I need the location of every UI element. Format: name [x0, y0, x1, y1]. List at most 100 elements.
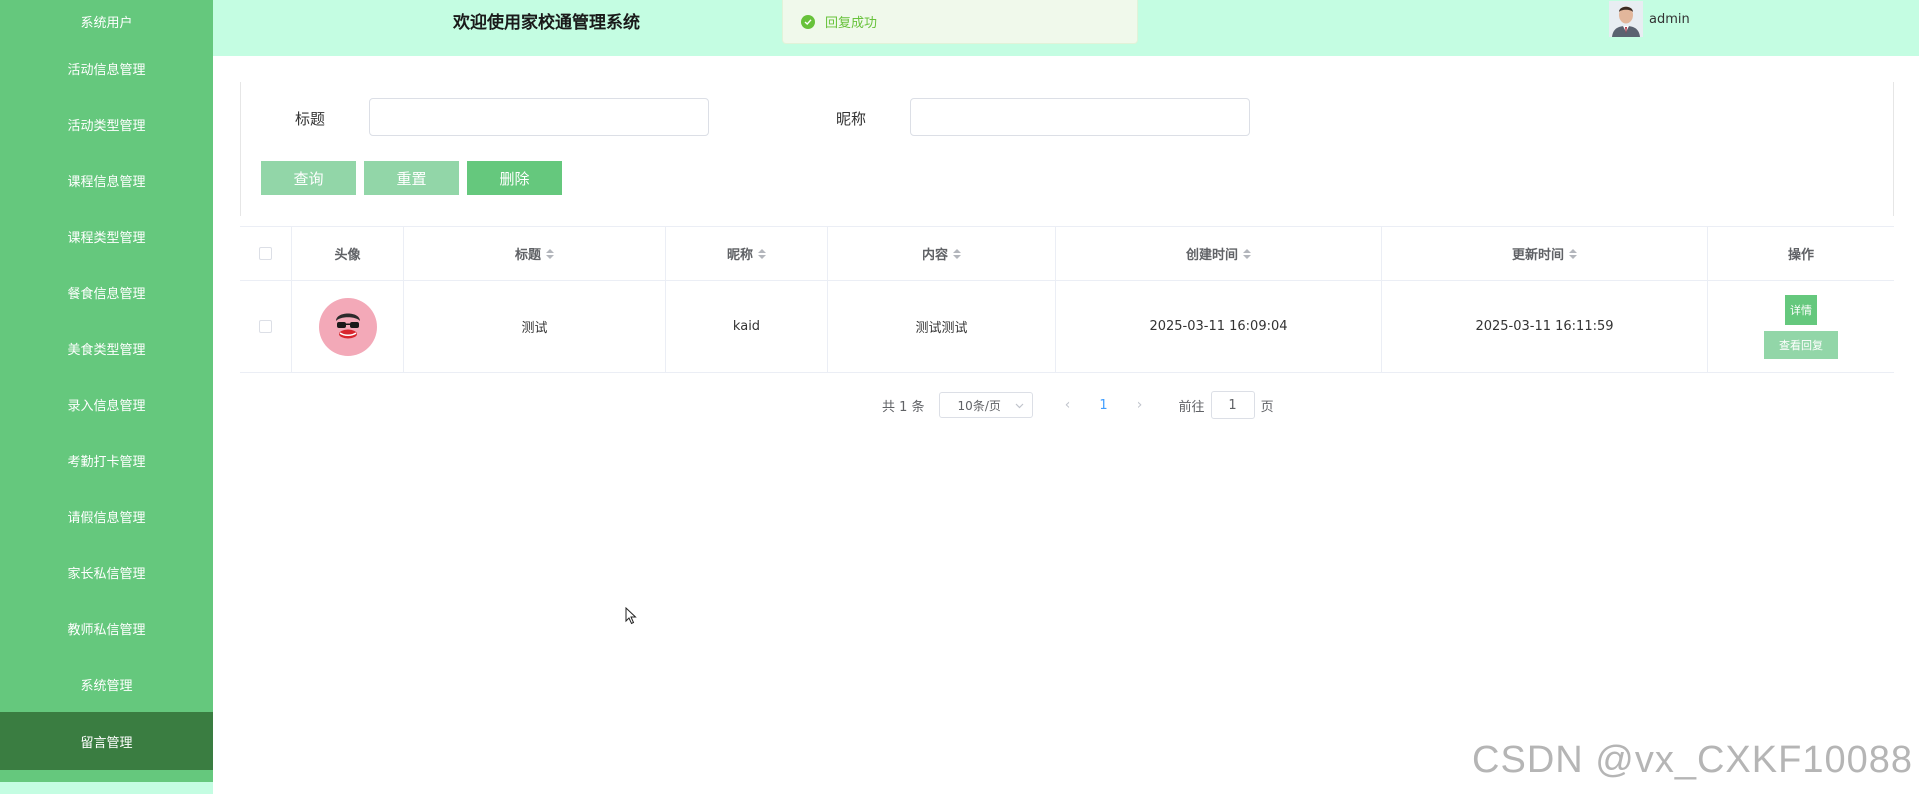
- sidebar-item-meal-info[interactable]: 餐食信息管理: [0, 264, 213, 320]
- header-nickname-label: 昵称: [726, 248, 753, 263]
- sidebar-item-label: 课程信息管理: [67, 174, 146, 190]
- header-actions-label: 操作: [1787, 248, 1814, 263]
- username: admin: [1649, 11, 1690, 27]
- sidebar-item-course-info[interactable]: 课程信息管理: [0, 152, 213, 208]
- search-panel: 标题 昵称 查询 重置 删除: [240, 82, 1894, 216]
- sidebar-item-label: 活动类型管理: [67, 118, 146, 134]
- row-avatar-cell: [292, 281, 404, 372]
- sort-icon[interactable]: [1569, 248, 1577, 259]
- row-title-cell: 测试: [404, 281, 666, 372]
- sidebar-item-entry-info[interactable]: 录入信息管理: [0, 376, 213, 432]
- title-filter-input[interactable]: [369, 98, 709, 136]
- sidebar-item-activity-info[interactable]: 活动信息管理: [0, 40, 213, 96]
- title-filter-label: 标题: [295, 110, 326, 128]
- sidebar-item-label: 留言管理: [80, 735, 133, 751]
- sidebar-item-system-management[interactable]: 系统管理: [0, 656, 213, 712]
- toast-message: 回复成功: [825, 16, 878, 31]
- success-toast: 回复成功: [782, 0, 1138, 44]
- table-row: 测试 kaid 测试测试 2025-03-11 16:09:04 2025-03…: [240, 281, 1894, 373]
- app-title: 欢迎使用家校通管理系统: [453, 13, 640, 33]
- query-button[interactable]: 查询: [261, 161, 356, 195]
- header-select-cell: [240, 227, 292, 280]
- sidebar-item-system-users[interactable]: 系统用户: [0, 0, 213, 40]
- header-updated-label: 更新时间: [1511, 248, 1564, 263]
- sort-icon[interactable]: [758, 248, 766, 259]
- header-nickname[interactable]: 昵称: [666, 227, 828, 280]
- chevron-down-icon: [1015, 398, 1024, 412]
- message-table: 头像 标题 昵称 内容 创建时间 更新时间 操作 测试 kaid 测试测试 20…: [240, 226, 1894, 373]
- sidebar-item-food-type[interactable]: 美食类型管理: [0, 320, 213, 376]
- row-nickname-cell: kaid: [666, 281, 828, 372]
- header-avatar-label: 头像: [334, 248, 361, 263]
- header-created[interactable]: 创建时间: [1056, 227, 1382, 280]
- header-updated[interactable]: 更新时间: [1382, 227, 1708, 280]
- goto-prefix: 前往: [1178, 399, 1205, 415]
- row-created-cell: 2025-03-11 16:09:04: [1056, 281, 1382, 372]
- nickname-filter-label: 昵称: [836, 110, 867, 128]
- header-created-label: 创建时间: [1185, 248, 1238, 263]
- pagination: 共 1 条 10条/页 ‹ 1 › 前往 页: [882, 391, 1274, 419]
- sidebar-item-course-type[interactable]: 课程类型管理: [0, 208, 213, 264]
- row-updated: 2025-03-11 16:11:59: [1475, 319, 1614, 334]
- user-menu[interactable]: admin: [1609, 0, 1690, 38]
- sort-icon[interactable]: [546, 248, 554, 259]
- row-title: 测试: [521, 321, 548, 336]
- mouse-cursor-icon: [625, 606, 637, 629]
- sidebar-item-label: 教师私信管理: [67, 622, 146, 638]
- sidebar-item-label: 美食类型管理: [67, 342, 146, 358]
- sort-icon[interactable]: [1243, 248, 1251, 259]
- goto-suffix: 页: [1260, 399, 1274, 415]
- row-checkbox[interactable]: [259, 320, 272, 333]
- page-size-value: 10条/页: [957, 398, 1001, 413]
- sidebar-item-label: 活动信息管理: [67, 62, 146, 78]
- row-select-cell: [240, 281, 292, 372]
- next-page-icon[interactable]: ›: [1127, 397, 1153, 413]
- sidebar-item-label: 课程类型管理: [67, 230, 146, 246]
- header-title[interactable]: 标题: [404, 227, 666, 280]
- sidebar-item-label: 系统用户: [80, 16, 133, 31]
- sidebar-item-teacher-messages[interactable]: 教师私信管理: [0, 600, 213, 656]
- sidebar-item-activity-type[interactable]: 活动类型管理: [0, 96, 213, 152]
- row-nickname: kaid: [732, 319, 761, 334]
- pagination-total: 共 1 条: [882, 399, 925, 415]
- detail-button[interactable]: 详情: [1785, 294, 1817, 325]
- sidebar-item-parent-messages[interactable]: 家长私信管理: [0, 544, 213, 600]
- header-avatar: 头像: [292, 227, 404, 280]
- header-actions: 操作: [1708, 227, 1894, 280]
- delete-button[interactable]: 删除: [467, 161, 562, 195]
- sidebar-item-label: 餐食信息管理: [67, 286, 146, 302]
- sort-icon[interactable]: [953, 248, 961, 259]
- cartoon-avatar-icon: [318, 297, 377, 356]
- row-actions-cell: 详情 查看回复: [1708, 281, 1894, 372]
- header-title-label: 标题: [514, 248, 541, 263]
- row-content: 测试测试: [915, 321, 968, 336]
- page-size-select[interactable]: 10条/页: [938, 392, 1033, 418]
- sidebar-item-label: 录入信息管理: [67, 398, 146, 414]
- goto-page-input[interactable]: [1210, 391, 1255, 419]
- header-content-label: 内容: [921, 248, 948, 263]
- prev-page-icon[interactable]: ‹: [1055, 397, 1081, 413]
- row-content-cell: 测试测试: [828, 281, 1056, 372]
- page-number-current[interactable]: 1: [1081, 398, 1127, 413]
- user-photo-icon: [1609, 1, 1643, 37]
- sidebar-item-message-management[interactable]: 留言管理: [0, 712, 213, 770]
- sidebar-item-attendance[interactable]: 考勤打卡管理: [0, 432, 213, 488]
- sidebar-item-label: 家长私信管理: [67, 566, 146, 582]
- reset-button[interactable]: 重置: [364, 161, 459, 195]
- header-content[interactable]: 内容: [828, 227, 1056, 280]
- sidebar-item-label: 请假信息管理: [67, 510, 146, 526]
- view-reply-button[interactable]: 查看回复: [1764, 330, 1838, 359]
- table-header-row: 头像 标题 昵称 内容 创建时间 更新时间 操作: [240, 227, 1894, 281]
- row-created: 2025-03-11 16:09:04: [1149, 319, 1288, 334]
- sidebar-footer-strip: [0, 782, 213, 794]
- select-all-checkbox[interactable]: [259, 247, 272, 260]
- sidebar: 系统用户 活动信息管理 活动类型管理 课程信息管理 课程类型管理 餐食信息管理 …: [0, 0, 213, 794]
- sidebar-item-label: 考勤打卡管理: [67, 454, 146, 470]
- row-updated-cell: 2025-03-11 16:11:59: [1382, 281, 1708, 372]
- goto-page: 前往 页: [1179, 391, 1274, 419]
- watermark: CSDN @vx_CXKF10088: [1472, 739, 1913, 781]
- sidebar-item-label: 系统管理: [80, 678, 133, 694]
- sidebar-item-leave-info[interactable]: 请假信息管理: [0, 488, 213, 544]
- success-check-icon: [801, 14, 815, 29]
- nickname-filter-input[interactable]: [910, 98, 1250, 136]
